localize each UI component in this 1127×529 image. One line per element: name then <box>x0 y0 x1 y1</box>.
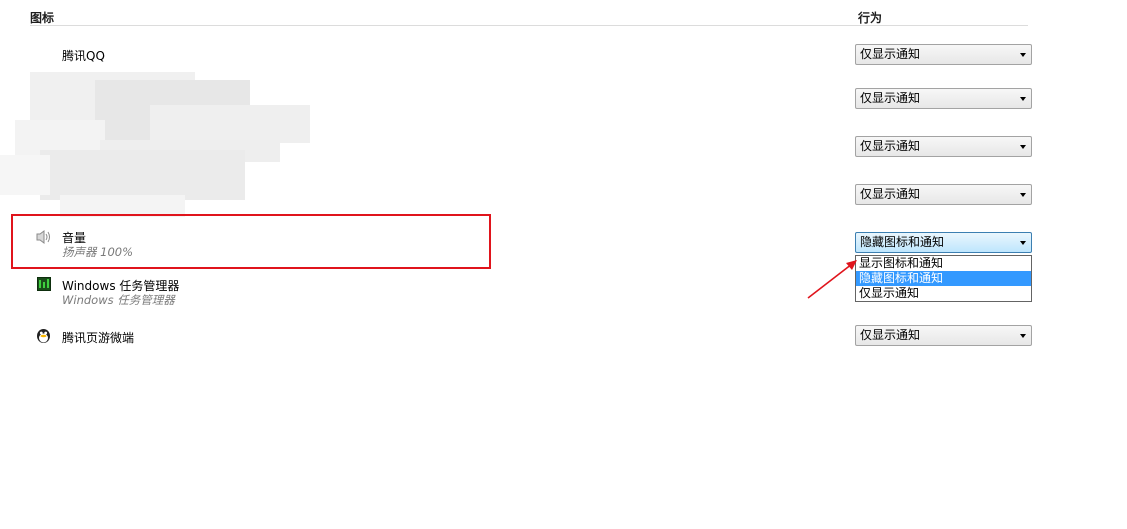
row-name-qq: 腾讯QQ <box>62 49 105 63</box>
select-value: 隐藏图标和通知 <box>860 235 945 249</box>
header-divider <box>30 25 1028 26</box>
chevron-down-icon <box>1020 145 1026 149</box>
behavior-dropdown-list[interactable]: 显示图标和通知 隐藏图标和通知 仅显示通知 <box>855 255 1032 302</box>
chevron-down-icon <box>1020 241 1026 245</box>
column-header-icon: 图标 <box>30 11 55 25</box>
dropdown-option-show[interactable]: 显示图标和通知 <box>856 256 1031 271</box>
task-manager-icon <box>37 277 51 291</box>
behavior-select-2[interactable]: 仅显示通知 <box>855 88 1032 109</box>
select-value: 仅显示通知 <box>860 187 921 201</box>
column-header-behavior: 行为 <box>858 11 883 25</box>
annotation-arrow-icon <box>807 260 857 299</box>
chevron-down-icon <box>1020 193 1026 197</box>
behavior-select-3[interactable]: 仅显示通知 <box>855 136 1032 157</box>
dropdown-option-hide[interactable]: 隐藏图标和通知 <box>856 271 1031 286</box>
dropdown-option-notify-only[interactable]: 仅显示通知 <box>856 286 1031 301</box>
select-value: 仅显示通知 <box>860 47 921 61</box>
select-value: 仅显示通知 <box>860 139 921 153</box>
select-value: 仅显示通知 <box>860 328 921 342</box>
chevron-down-icon <box>1020 97 1026 101</box>
behavior-select-qq-game[interactable]: 仅显示通知 <box>855 325 1032 346</box>
select-value: 仅显示通知 <box>860 91 921 105</box>
behavior-select-qq[interactable]: 仅显示通知 <box>855 44 1032 65</box>
highlight-box <box>11 214 491 269</box>
chevron-down-icon <box>1020 53 1026 57</box>
row-name-qq-game: 腾讯页游微端 <box>62 331 135 345</box>
behavior-select-4[interactable]: 仅显示通知 <box>855 184 1032 205</box>
qq-penguin-icon <box>37 329 50 343</box>
behavior-select-volume[interactable]: 隐藏图标和通知 <box>855 232 1032 253</box>
row-subtitle-task-manager: Windows 任务管理器 <box>62 293 175 307</box>
chevron-down-icon <box>1020 334 1026 338</box>
